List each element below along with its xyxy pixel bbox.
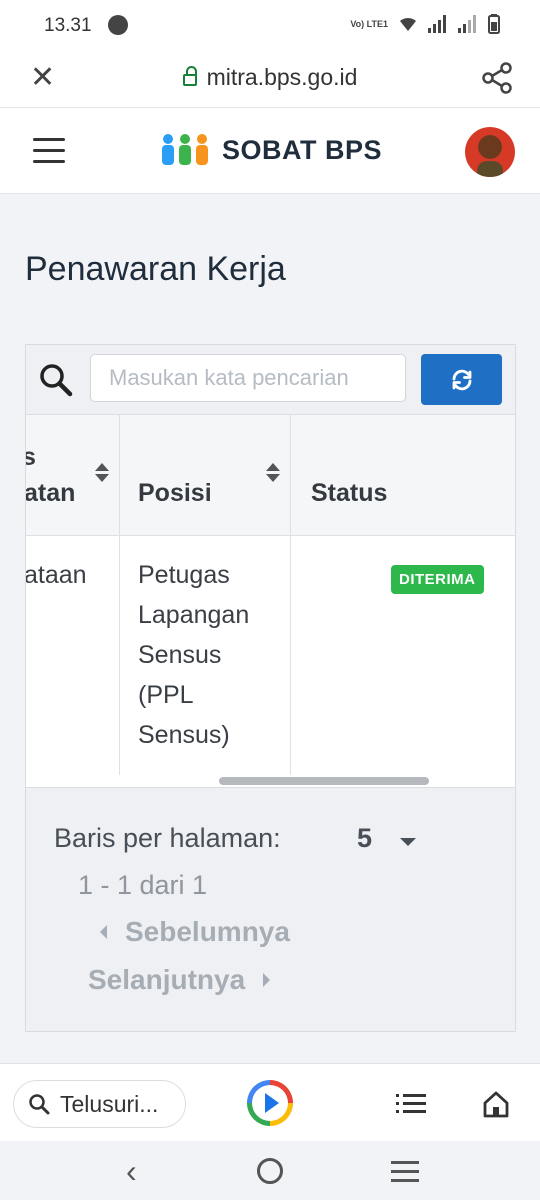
people-logo-icon [162, 134, 208, 165]
next-page-label: Selanjutnya [88, 964, 246, 995]
status-icons: Vo) LTE1 [350, 14, 500, 34]
lock-icon [182, 66, 197, 86]
chevron-down-icon[interactable] [400, 838, 416, 846]
table-column-posisi: Posisi Petugas Lapangan Sensus (PPL Sens… [120, 415, 291, 775]
back-icon[interactable]: ‹ [126, 1153, 137, 1190]
list-icon[interactable] [396, 1094, 426, 1114]
status-bar: 13.31 Vo) LTE1 [0, 0, 540, 50]
search-icon [40, 364, 73, 397]
caret-left-icon [100, 925, 107, 939]
app-header: SOBAT BPS [0, 108, 540, 194]
caret-right-icon [263, 973, 271, 987]
search-icon [29, 1094, 50, 1115]
browser-bottom-bar: Telusuri... [0, 1063, 540, 1141]
page-title: Penawaran Kerja [25, 250, 286, 288]
table-column-partial: s atan ataan [26, 415, 120, 775]
column-header-status[interactable]: Status [311, 479, 387, 508]
browser-search-placeholder: Telusuri... [60, 1090, 159, 1117]
share-icon[interactable] [482, 62, 512, 94]
home-icon[interactable] [482, 1090, 510, 1118]
play-icon[interactable] [247, 1080, 293, 1126]
data-table[interactable]: s atan ataan Posisi Petugas Lapangan Sen… [26, 415, 515, 775]
clock: 13.31 [44, 15, 92, 36]
horizontal-scrollbar[interactable] [219, 777, 429, 785]
posisi-line: Petugas [138, 561, 230, 589]
posisi-line: Sensus) [138, 721, 230, 749]
posisi-line: (PPL [138, 681, 194, 709]
rows-per-page-label: Baris per halaman: [54, 823, 281, 853]
app-title: SOBAT BPS [222, 134, 383, 165]
posisi-line: Lapangan [138, 601, 250, 629]
sort-icon[interactable] [266, 463, 280, 483]
browser-search-box[interactable]: Telusuri... [13, 1080, 186, 1128]
table-cell-posisi: Petugas Lapangan Sensus (PPL Sensus) [138, 555, 249, 755]
pagination: Baris per halaman: 5 1 - 1 dari 1 Sebelu… [26, 787, 515, 1031]
recent-apps-icon[interactable] [391, 1161, 419, 1188]
next-page-button[interactable]: Selanjutnya [88, 964, 271, 996]
table-cell-partial: ataan [26, 561, 87, 589]
browser-url-bar: ✕ mitra.bps.go.id [0, 50, 540, 108]
avatar[interactable] [465, 127, 515, 177]
posisi-line: Sensus [138, 641, 222, 669]
signal-2-icon [458, 15, 478, 33]
do-not-disturb-icon [108, 15, 128, 35]
table-column-status: Status DITERIMA [291, 415, 515, 775]
prev-page-button[interactable]: Sebelumnya [100, 916, 290, 948]
column-header-partial-line2[interactable]: atan [26, 479, 75, 508]
status-badge: DITERIMA [391, 565, 484, 594]
brand[interactable]: SOBAT BPS [160, 132, 382, 168]
job-offers-card: s atan ataan Posisi Petugas Lapangan Sen… [25, 344, 516, 1032]
lte-indicator: Vo) LTE1 [350, 18, 388, 29]
prev-page-label: Sebelumnya [125, 916, 290, 947]
wifi-icon [400, 17, 416, 31]
refresh-button[interactable] [421, 354, 502, 405]
url-text: mitra.bps.go.id [206, 64, 358, 90]
home-nav-icon[interactable] [257, 1158, 283, 1184]
page-range: 1 - 1 dari 1 [78, 870, 208, 900]
refresh-icon [452, 369, 471, 390]
table-toolbar [26, 345, 515, 415]
search-input[interactable] [90, 354, 406, 402]
sort-icon[interactable] [95, 463, 109, 483]
system-nav-bar: ‹ [0, 1141, 540, 1200]
battery-icon [488, 14, 500, 34]
hamburger-icon[interactable] [33, 138, 65, 164]
rows-per-page-select[interactable]: 5 [357, 823, 372, 854]
column-header-partial-line1[interactable]: s [26, 443, 36, 472]
column-header-posisi[interactable]: Posisi [138, 479, 212, 508]
signal-icon [428, 15, 448, 33]
url-display[interactable]: mitra.bps.go.id [0, 64, 540, 91]
